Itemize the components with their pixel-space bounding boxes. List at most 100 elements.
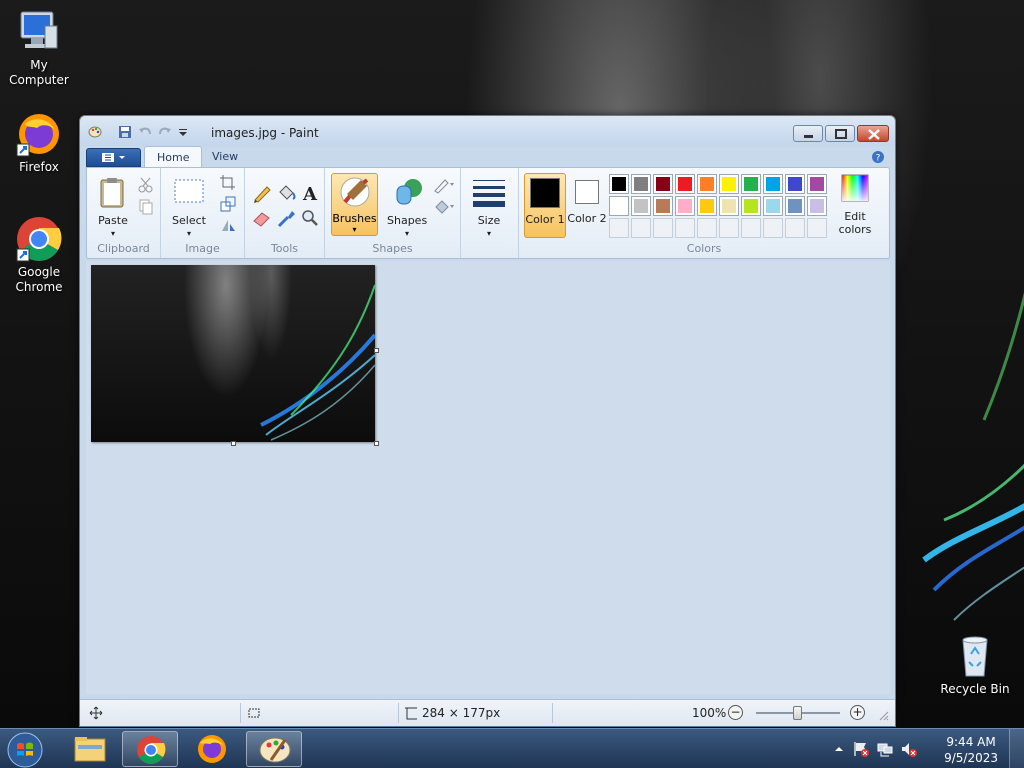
color1-swatch (530, 178, 560, 208)
color2-button[interactable]: Color 2 (566, 173, 608, 238)
desktop-icon-firefox[interactable]: Firefox (0, 110, 78, 175)
outline-icon[interactable] (433, 176, 454, 194)
palette-custom-swatch[interactable] (653, 218, 673, 238)
palette-color-swatch[interactable] (741, 174, 761, 194)
tab-view[interactable]: View (200, 146, 250, 168)
desktop-icon-label: Firefox (19, 160, 59, 174)
paste-button[interactable]: Paste ▾ (93, 176, 133, 240)
palette-color-swatch[interactable] (741, 196, 761, 216)
palette-color-swatch[interactable] (675, 174, 695, 194)
close-button[interactable] (857, 125, 889, 142)
volume-muted-icon[interactable] (900, 740, 918, 761)
clock[interactable]: 9:44 AM 9/5/2023 (944, 734, 998, 766)
palette-color-swatch[interactable] (697, 174, 717, 194)
firefox-icon (15, 110, 63, 158)
desktop-icon-recycle-bin[interactable]: Recycle Bin (936, 632, 1014, 697)
palette-custom-swatch[interactable] (631, 218, 651, 238)
pencil-icon[interactable] (251, 183, 273, 203)
quick-access-toolbar (88, 125, 192, 139)
palette-color-swatch[interactable] (609, 174, 629, 194)
crop-icon[interactable] (219, 174, 237, 192)
zoom-in-button[interactable]: + (850, 705, 865, 720)
color2-label: Color 2 (567, 212, 607, 225)
desktop-icon-chrome[interactable]: Google Chrome (0, 215, 78, 295)
taskbar-paint[interactable] (246, 731, 302, 767)
select-button[interactable]: Select ▾ (169, 176, 209, 240)
palette-color-swatch[interactable] (675, 196, 695, 216)
eraser-icon[interactable] (251, 208, 273, 228)
palette-color-swatch[interactable] (719, 196, 739, 216)
palette-color-swatch[interactable] (631, 196, 651, 216)
palette-color-swatch[interactable] (763, 174, 783, 194)
palette-color-swatch[interactable] (609, 196, 629, 216)
resize-handle-right[interactable] (374, 348, 379, 353)
palette-color-swatch[interactable] (785, 174, 805, 194)
palette-color-swatch[interactable] (653, 196, 673, 216)
show-desktop-button[interactable] (1009, 729, 1024, 768)
brushes-button[interactable]: Brushes ▾ (331, 173, 378, 236)
shapes-button[interactable]: Shapes ▾ (387, 176, 427, 240)
action-center-flag-icon[interactable] (852, 740, 870, 761)
palette-color-swatch[interactable] (763, 196, 783, 216)
size-button[interactable]: Size ▾ (469, 176, 509, 240)
palette-custom-swatch[interactable] (763, 218, 783, 238)
resize-handle-bottom[interactable] (231, 441, 236, 446)
help-icon[interactable]: ? (871, 150, 885, 164)
palette-custom-swatch[interactable] (741, 218, 761, 238)
magnifier-icon[interactable] (299, 208, 321, 228)
show-hidden-icons-chevron-up-icon[interactable] (834, 743, 844, 757)
title-bar[interactable]: images.jpg - Paint (80, 116, 895, 146)
zoom-out-button[interactable]: − (728, 705, 743, 720)
palette-color-swatch[interactable] (807, 196, 827, 216)
taskbar-firefox[interactable] (184, 731, 240, 767)
cut-icon[interactable] (137, 176, 155, 194)
palette-custom-swatch[interactable] (785, 218, 805, 238)
canvas-image[interactable] (91, 265, 375, 442)
palette-color-swatch[interactable] (807, 174, 827, 194)
fill-bucket-icon[interactable] (275, 183, 297, 203)
palette-custom-swatch[interactable] (675, 218, 695, 238)
palette-color-swatch[interactable] (697, 196, 717, 216)
palette-color-swatch[interactable] (719, 174, 739, 194)
maximize-button[interactable] (825, 125, 855, 142)
taskbar: 9:44 AM 9/5/2023 (0, 728, 1024, 768)
paint-app-icon[interactable] (88, 125, 102, 139)
rotate-icon[interactable] (219, 216, 237, 234)
palette-custom-swatch[interactable] (697, 218, 717, 238)
palette-color-swatch[interactable] (653, 174, 673, 194)
fill-icon[interactable] (433, 198, 454, 216)
clock-date: 9/5/2023 (944, 751, 998, 765)
canvas-workspace[interactable] (86, 261, 890, 694)
minimize-button[interactable] (793, 125, 823, 142)
palette-custom-swatch[interactable] (719, 218, 739, 238)
paint-window: images.jpg - Paint Home View ? Paste ▾ C… (79, 115, 896, 727)
save-icon[interactable] (118, 125, 132, 139)
customize-toolbar-chevron-down-icon[interactable] (178, 125, 192, 139)
palette-custom-swatch[interactable] (609, 218, 629, 238)
line-size-icon (473, 176, 505, 208)
resize-icon[interactable] (219, 195, 237, 213)
paint-menu-button[interactable] (86, 148, 141, 167)
redo-icon[interactable] (158, 125, 172, 139)
zoom-slider-thumb[interactable] (793, 706, 802, 720)
color-picker-icon[interactable] (275, 208, 297, 228)
palette-color-swatch[interactable] (785, 196, 805, 216)
tab-home[interactable]: Home (144, 146, 203, 168)
network-icon[interactable] (876, 740, 894, 761)
group-label-colors: Colors (686, 242, 722, 255)
text-tool-icon[interactable]: A (299, 183, 321, 205)
undo-icon[interactable] (138, 125, 152, 139)
resize-handle-corner[interactable] (374, 441, 379, 446)
image-size-icon (403, 706, 419, 723)
edit-colors-button[interactable]: Edit colors (833, 174, 877, 236)
start-button[interactable] (6, 731, 44, 768)
taskbar-chrome[interactable] (122, 731, 178, 767)
resize-grip-icon[interactable] (878, 710, 890, 725)
selection-size-icon (246, 706, 262, 723)
palette-color-swatch[interactable] (631, 174, 651, 194)
taskbar-explorer[interactable] (62, 731, 118, 767)
desktop-icon-my-computer[interactable]: My Computer (0, 8, 78, 88)
palette-custom-swatch[interactable] (807, 218, 827, 238)
color1-button[interactable]: Color 1 (524, 173, 566, 238)
copy-icon[interactable] (137, 198, 155, 216)
